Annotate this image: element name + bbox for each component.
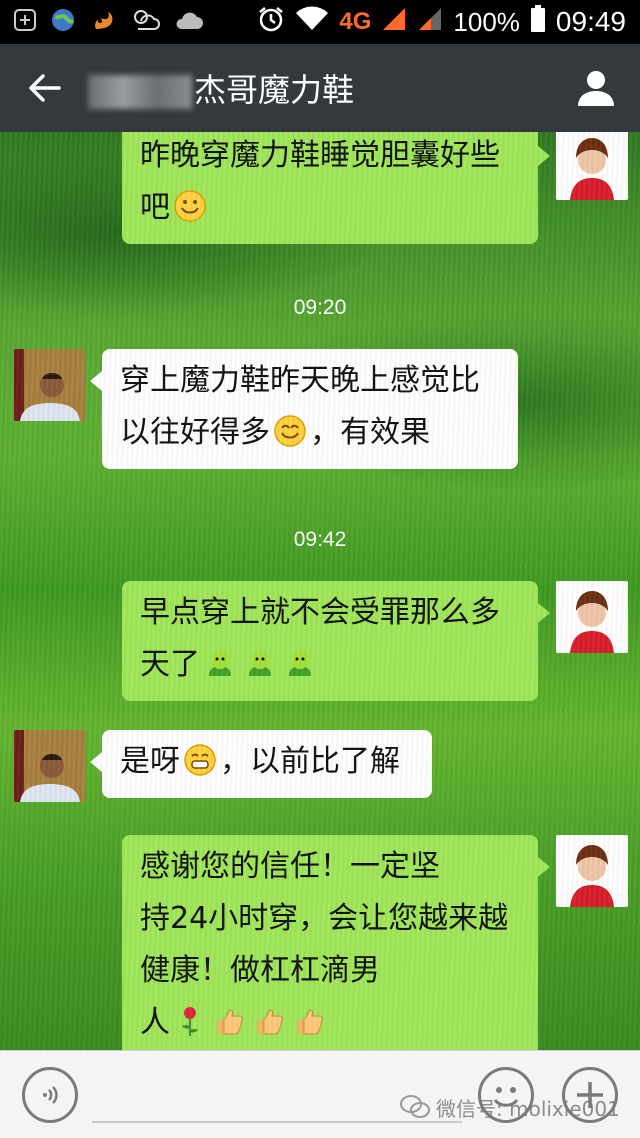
wifi-icon [295,6,329,39]
message-bubble-sent[interactable]: 感谢您的信任！一定坚 持24小时穿，会让您越来越 健康！做杠杠滴男 人 [122,835,550,1050]
notification-plus-icon [14,9,36,35]
chat-area[interactable]: 昨晚穿魔力鞋睡觉胆囊好些 吧 09:20 穿上魔力鞋昨天晚上感觉比 以往好得多 ，… [0,132,640,1050]
thumbs-up-emoji-icon [217,1009,243,1035]
chat-title: 杰哥魔力鞋 [88,65,354,111]
notification-icons [14,7,204,37]
rose-emoji-icon [182,1007,198,1036]
system-status: 4G 100% 09:49 [257,4,626,40]
avatar-contact[interactable] [14,349,86,421]
message-line: 人 [140,1005,170,1040]
voice-input-button[interactable] [22,1067,78,1123]
message-bubble-received[interactable]: 穿上魔力鞋昨天晚上感觉比 以往好得多 ，有效果 [90,349,518,469]
message-bubble-sent[interactable]: 昨晚穿魔力鞋睡觉胆囊好些 吧 [122,132,550,244]
chat-title-text: 杰哥魔力鞋 [194,71,355,109]
clock: 09:49 [555,6,626,37]
message-line: 是呀 [120,744,180,779]
message-line: 昨晚穿魔力鞋睡觉胆囊好些 [140,138,500,173]
squirrel-app-icon [90,7,116,37]
message-line: 天了 [140,647,200,682]
person-icon [578,71,614,106]
back-button[interactable] [0,44,88,132]
message-line: 吧 [140,190,170,225]
status-bar: 4G 100% 09:49 [0,0,640,44]
message-line: 感谢您的信任！一定坚 [140,849,440,884]
avatar-self[interactable] [556,835,628,907]
avatar-self[interactable] [556,581,628,653]
watermark-text: 微信号: molixie001 [436,1096,620,1121]
thumbs-up-emoji-icon [257,1009,283,1035]
avatar-contact[interactable] [14,730,86,802]
message-bubble-received[interactable]: 是呀 ，以前比了解 [90,730,432,798]
avatar-self[interactable] [556,132,628,200]
message-timestamp: 09:20 [293,296,347,319]
chat-header: 杰哥魔力鞋 [0,44,640,132]
message-line: 穿上魔力鞋昨天晚上感觉比 [120,363,480,398]
message-timestamp: 09:42 [293,528,347,551]
globe-app-icon [50,7,76,37]
sprout-emoji-icon [289,651,311,676]
message-bubble-sent[interactable]: 早点穿上就不会受罪那么多 天了 [122,581,550,701]
sprout-emoji-icon [249,651,271,676]
message-line: 早点穿上就不会受罪那么多 [140,595,500,630]
battery-icon [530,4,546,40]
signal-strength-2-icon [417,6,443,39]
message-line: 以往好得多 [120,415,270,450]
sprout-emoji-icon [209,651,231,676]
wechat-logo-icon [400,1095,430,1118]
watermark: 微信号: molixie001 [400,1090,620,1124]
thumbs-up-emoji-icon [297,1009,323,1035]
arrow-left-icon [29,74,61,102]
message-line: ，以前比了解 [220,744,400,779]
cloud-icon [174,9,204,35]
alarm-clock-icon [257,5,285,40]
smile-emoji-icon [174,190,206,222]
message-line: 健康！做杠杠滴男 [140,953,380,988]
redacted-name [88,75,192,109]
grin-emoji-icon [184,744,216,776]
message-line: ，有效果 [310,415,430,450]
signal-strength-icon [381,6,407,39]
message-line: 持24小时穿，会让您越来越 [140,901,509,936]
network-type: 4G [339,8,372,35]
chat-info-button[interactable] [552,44,640,132]
weather-sun-cloud-icon [130,7,160,37]
voice-icon [43,1086,58,1104]
battery-percent: 100% [453,6,520,37]
smile-emoji-icon [274,415,306,447]
